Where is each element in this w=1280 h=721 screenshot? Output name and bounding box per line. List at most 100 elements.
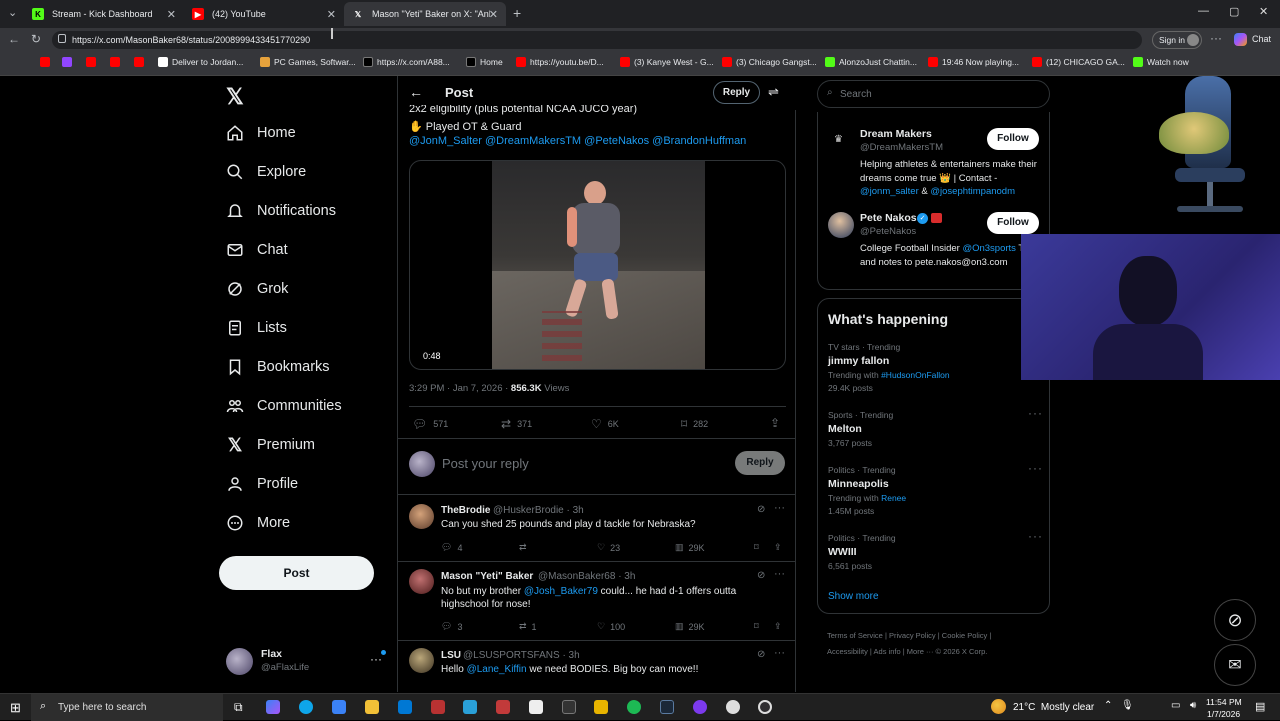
copilot-taskbar-icon[interactable] (266, 700, 280, 714)
bookmark-amazon[interactable]: Deliver to Jordan... (158, 57, 243, 67)
trend-tag[interactable]: Renee (881, 493, 906, 503)
volume-icon[interactable]: 🔊︎ (1190, 700, 1196, 711)
app-icon[interactable] (431, 700, 445, 714)
bookmark-watch-now[interactable]: Watch now (1133, 57, 1189, 67)
bookmark-home[interactable]: Home (466, 57, 503, 67)
reply-item[interactable]: TheBrodie @HuskerBrodie · 3h ⊘ ··· Can y… (398, 496, 796, 562)
spotify-icon[interactable] (627, 700, 641, 714)
steam-icon[interactable] (660, 700, 674, 714)
like-action[interactable]: ♡ 100 (597, 621, 625, 632)
like-action[interactable]: ♡ 6K (591, 417, 619, 431)
copilot-icon[interactable] (1234, 33, 1247, 46)
reply-action[interactable]: 💬︎ 571 (412, 417, 448, 431)
nav-explore[interactable]: Explore (226, 163, 306, 181)
outlook-icon[interactable] (398, 700, 412, 714)
microphone-icon[interactable]: 🎙︎ (1121, 700, 1134, 711)
bookmark-now-playing[interactable]: 19:46 Now playing... (928, 57, 1019, 67)
grok-float-button[interactable]: ⊘ (1214, 599, 1256, 641)
tab-youtube[interactable]: ▶ (42) YouTube ✕ (184, 2, 344, 26)
taskbar-search-box[interactable]: ⌕ Type here to search (31, 694, 223, 721)
store-icon[interactable] (332, 700, 346, 714)
like-action[interactable]: ♡ 23 (597, 542, 620, 553)
lock-icon[interactable] (58, 34, 66, 43)
views-action[interactable]: ▥ 29K (675, 621, 705, 632)
bookmark-item[interactable] (86, 57, 100, 67)
more-dots-icon[interactable]: ··· (774, 647, 785, 659)
bookmark-chicago-ga[interactable]: (12) CHICAGO GA... (1032, 57, 1125, 67)
edge-icon[interactable] (299, 700, 313, 714)
follow-button[interactable]: Follow (987, 212, 1039, 234)
bio-mention[interactable]: @On3sports (962, 243, 1015, 254)
bookmark-action[interactable]: ⌑ (754, 621, 759, 632)
nav-more[interactable]: More (226, 514, 290, 532)
tab-kick-dashboard[interactable]: K Stream - Kick Dashboard ✕ (24, 2, 184, 26)
more-dots-icon[interactable]: ··· (1028, 529, 1043, 543)
app-icon[interactable] (726, 700, 740, 714)
account-switcher[interactable]: Flax @aFlaxLife ··· (226, 646, 386, 678)
clock-date[interactable]: 1/7/2026 (1207, 709, 1240, 719)
post-button[interactable]: Post (219, 556, 374, 590)
weather-text[interactable]: 21°C Mostly clear (1013, 702, 1094, 713)
network-icon[interactable]: ▭ (1171, 700, 1180, 711)
bookmark-kanye[interactable]: (3) Kanye West - G... (620, 57, 714, 67)
bookmark-item[interactable] (62, 57, 76, 67)
minimize-icon[interactable]: — (1198, 5, 1209, 17)
bio-mention[interactable]: @jonm_salter (860, 186, 919, 197)
url-field[interactable]: https://x.com/MasonBaker68/status/200899… (52, 31, 1142, 49)
tray-chevron-icon[interactable]: ⌃ (1104, 700, 1112, 711)
footer-link[interactable]: More ··· (907, 647, 934, 656)
bookmark-chicago[interactable]: (3) Chicago Gangst... (722, 57, 817, 67)
more-dots-icon[interactable]: ··· (774, 502, 785, 514)
more-dots-icon[interactable]: ··· (1028, 406, 1043, 420)
footer-link[interactable]: Privacy Policy (889, 631, 936, 640)
repost-action[interactable]: ⇄ (519, 542, 527, 553)
close-tab-icon[interactable]: ✕ (167, 8, 176, 21)
nav-lists[interactable]: Lists (226, 319, 287, 337)
more-dots-icon[interactable]: ··· (774, 568, 785, 580)
trend-item[interactable]: Sports · Trending Melton 3,767 posts ··· (828, 406, 1043, 448)
reply-mention[interactable]: @Lane_Kiffin (467, 664, 527, 675)
follow-suggestion[interactable]: Pete Nakos ✓ @PeteNakos College Football… (828, 208, 1043, 288)
obs-icon[interactable] (758, 700, 772, 714)
app-icon[interactable] (562, 700, 576, 714)
maximize-icon[interactable]: ▢ (1229, 5, 1239, 18)
reply-submit-button[interactable]: Reply (735, 451, 785, 475)
grok-icon[interactable]: ⊘ (757, 649, 765, 660)
nav-chat[interactable]: Chat (226, 241, 288, 259)
app-icon[interactable] (594, 700, 608, 714)
app-icon[interactable] (496, 700, 510, 714)
reply-action[interactable]: 💬︎ 3 (441, 621, 462, 632)
trend-tag[interactable]: #HudsonOnFallon (881, 370, 950, 380)
share-action[interactable]: ⇪ (774, 542, 782, 553)
post-timestamp[interactable]: 3:29 PM · Jan 7, 2026 · (409, 383, 511, 394)
repost-action[interactable]: ⇄ 371 (501, 417, 532, 431)
reply-mention[interactable]: @Josh_Baker79 (524, 586, 598, 597)
search-box[interactable]: ⌕ Search (817, 80, 1050, 108)
app-icon[interactable] (529, 700, 543, 714)
bookmark-x-a88[interactable]: https://x.com/A88... (363, 57, 450, 67)
file-explorer-icon[interactable] (365, 700, 379, 714)
reply-author[interactable]: Mason "Yeti" Baker (441, 571, 533, 582)
new-tab-icon[interactable]: + (513, 5, 521, 21)
back-arrow-icon[interactable]: ← (409, 84, 423, 100)
post-mentions[interactable]: @JonM_Salter @DreamMakersTM @PeteNakos @… (409, 135, 746, 147)
nav-premium[interactable]: 𝕏 Premium (226, 435, 315, 455)
nav-profile[interactable]: Profile (226, 475, 298, 493)
menu-dots-icon[interactable]: ··· (1210, 31, 1222, 45)
follow-button[interactable]: Follow (987, 128, 1039, 150)
footer-link[interactable]: Terms of Service (827, 631, 883, 640)
bookmark-youtube-link[interactable]: https://youtu.be/D... (516, 57, 604, 67)
share-action[interactable]: ⇪ (774, 621, 782, 632)
more-dots-icon[interactable]: ··· (1028, 461, 1043, 475)
nav-home[interactable]: Home (226, 124, 296, 142)
video-player[interactable]: 0:48 (409, 160, 786, 370)
trend-item[interactable]: Politics · Trending Minneapolis Trending… (828, 461, 1043, 516)
clock-time[interactable]: 11:54 PM (1206, 697, 1242, 707)
close-window-icon[interactable]: ✕ (1259, 5, 1268, 18)
repost-action[interactable]: ⇄ 1 (519, 621, 537, 632)
header-reply-button[interactable]: Reply (713, 81, 760, 104)
footer-link[interactable]: Ads info (874, 647, 901, 656)
tab-x-post[interactable]: 𝕏 Mason "Yeti" Baker on X: "Ankle b ✕ (344, 2, 506, 26)
refresh-icon[interactable]: ↻ (31, 32, 41, 46)
nav-notifications[interactable]: Notifications (226, 202, 336, 220)
